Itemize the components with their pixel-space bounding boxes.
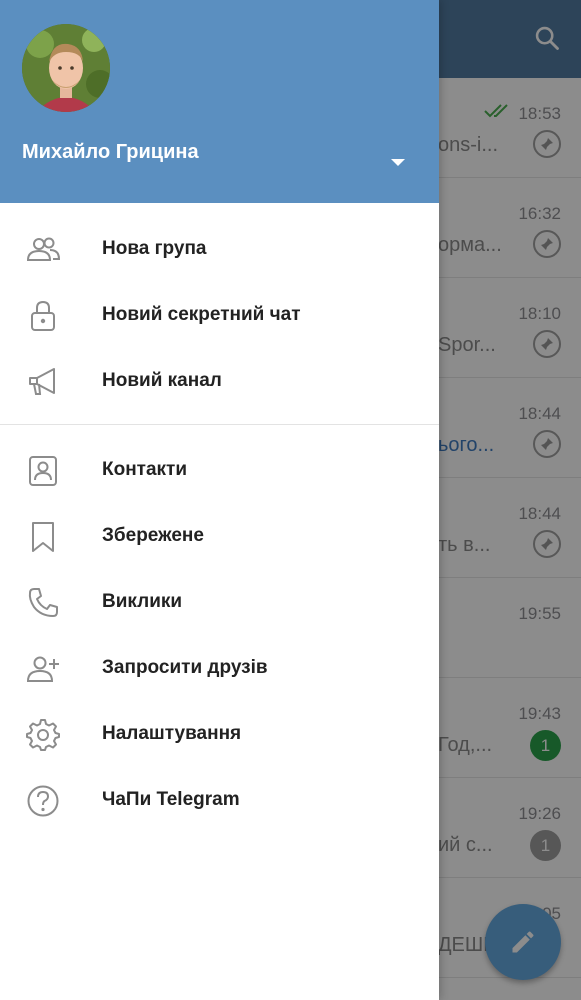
menu-label: Новий секретний чат <box>102 304 301 325</box>
menu-label: Запросити друзів <box>102 657 268 678</box>
bookmark-icon <box>32 522 54 552</box>
lock-icon <box>31 300 55 331</box>
contact-icon <box>29 456 57 486</box>
menu-label: ЧаПи Telegram <box>102 789 240 810</box>
menu-item-faq[interactable]: ЧаПи Telegram <box>0 767 439 833</box>
phone-icon <box>28 588 58 617</box>
user-name: Михайло Грицина <box>22 141 199 163</box>
menu-label: Налаштування <box>102 723 242 744</box>
menu-label: Нова група <box>102 238 207 259</box>
menu-label: Виклики <box>102 591 183 612</box>
menu-label: Контакти <box>102 459 188 480</box>
avatar[interactable] <box>22 24 110 112</box>
menu-item-invite-friends[interactable]: Запросити друзів <box>0 635 439 701</box>
avatar-photo-icon <box>22 24 110 112</box>
menu-divider <box>0 424 439 425</box>
menu-label: Новий канал <box>102 370 222 391</box>
navigation-drawer: Михайло Грицина Нова група Новий секретн… <box>0 0 439 1000</box>
menu-item-calls[interactable]: Виклики <box>0 569 439 635</box>
gear-icon <box>26 719 60 751</box>
menu-item-settings[interactable]: Налаштування <box>0 701 439 767</box>
help-icon <box>27 785 59 817</box>
menu-item-saved[interactable]: Збережене <box>0 503 439 569</box>
menu-item-new-group[interactable]: Нова група <box>0 216 439 282</box>
drawer-header: Михайло Грицина <box>0 0 439 203</box>
menu-item-contacts[interactable]: Контакти <box>0 437 439 503</box>
add-user-icon <box>26 656 59 682</box>
menu-label: Збережене <box>102 525 204 546</box>
group-icon <box>26 237 60 261</box>
menu-item-new-channel[interactable]: Новий канал <box>0 348 439 414</box>
menu-item-new-secret-chat[interactable]: Новий секретний чат <box>0 282 439 348</box>
megaphone-icon <box>29 368 55 395</box>
chevron-down-icon[interactable] <box>388 152 408 172</box>
